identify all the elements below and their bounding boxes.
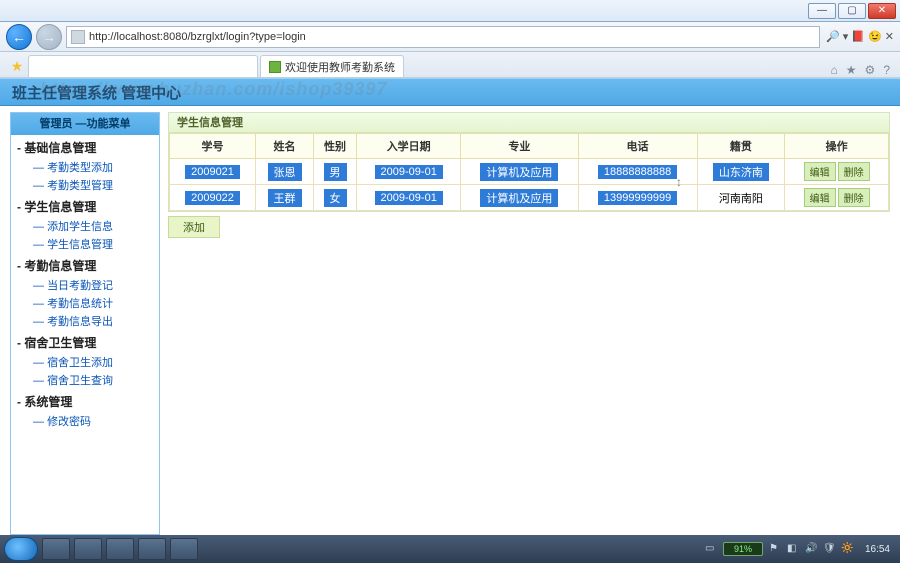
sidebar-link[interactable]: 宿舍卫生添加 — [11, 353, 159, 371]
delete-button[interactable]: 删除 — [838, 162, 870, 181]
main-area: 学生信息管理 学号姓名性别入学日期专业电话籍贯操作 2009021张恩男2009… — [164, 106, 900, 535]
column-header: 性别 — [313, 134, 356, 159]
battery-indicator[interactable]: 91% — [723, 542, 763, 556]
clock[interactable]: 16:54 — [865, 544, 890, 555]
table-row: 2009021张恩男2009-09-01计算机及应用18888888888山东济… — [170, 159, 889, 185]
table-cell: 2009-09-01 — [357, 159, 461, 185]
tab-strip: ★ 欢迎使用教师考勤系统 ⌂ ★ ⚙ ? — [0, 52, 900, 78]
panel-title: 学生信息管理 — [169, 113, 889, 133]
sidebar-category: 考勤信息管理 — [11, 253, 159, 276]
tab-favicon — [269, 61, 281, 73]
sidebar-link[interactable]: 修改密码 — [11, 412, 159, 430]
table-cell: 13999999999 — [578, 185, 697, 211]
sidebar-link[interactable]: 学生信息管理 — [11, 235, 159, 253]
sidebar-link[interactable]: 宿舍卫生查询 — [11, 371, 159, 389]
add-button[interactable]: 添加 — [168, 216, 220, 238]
start-button[interactable] — [4, 537, 38, 561]
window-maximize-button[interactable]: ▢ — [838, 3, 866, 19]
sidebar-link[interactable]: 当日考勤登记 — [11, 276, 159, 294]
sidebar-link[interactable]: 考勤信息导出 — [11, 312, 159, 330]
tray-net-icon[interactable]: ◧ — [787, 543, 799, 555]
system-tray: ▭ 91% ⚑ ◧ 🔊 🛡 🔆 16:54 — [705, 542, 896, 556]
sidebar-link[interactable]: 考勤类型添加 — [11, 158, 159, 176]
column-header: 专业 — [461, 134, 578, 159]
tray-vol-icon[interactable]: 🔊 — [805, 543, 817, 555]
table-cell: 山东济南 — [697, 159, 785, 185]
table-cell-actions: 编辑删除 — [785, 159, 889, 185]
forward-button[interactable]: → — [36, 24, 62, 50]
favorites-star-icon[interactable]: ★ — [846, 63, 857, 77]
home-icon[interactable]: ⌂ — [831, 63, 838, 77]
app-banner: 班主任管理系统 管理中心 https://www.huzhan.com/isho… — [0, 78, 900, 106]
table-cell: 张恩 — [256, 159, 314, 185]
taskbar: ▭ 91% ⚑ ◧ 🔊 🛡 🔆 16:54 — [0, 535, 900, 563]
edit-button[interactable]: 编辑 — [804, 162, 836, 181]
table-cell: 男 — [313, 159, 356, 185]
sidebar: 管理员 —功能菜单 基础信息管理考勤类型添加考勤类型管理学生信息管理添加学生信息… — [10, 112, 160, 535]
tray-flag-icon[interactable]: ⚑ — [769, 543, 781, 555]
back-button[interactable]: ← — [6, 24, 32, 50]
sidebar-header: 管理员 —功能菜单 — [11, 113, 159, 135]
table-cell: 计算机及应用 — [461, 185, 578, 211]
task-app2-icon[interactable] — [170, 538, 198, 560]
tray-misc-icon[interactable]: 🔆 — [841, 543, 853, 555]
search-icon[interactable]: 🔎 ▾ 📕 😉 ✕ — [826, 30, 894, 43]
task-app-icon[interactable] — [138, 538, 166, 560]
tray-shield-icon[interactable]: 🛡 — [823, 543, 835, 555]
favorites-icon[interactable]: ★ — [6, 55, 28, 77]
nav-right-tools: 🔎 ▾ 📕 😉 ✕ — [826, 30, 894, 43]
student-panel: 学生信息管理 学号姓名性别入学日期专业电话籍贯操作 2009021张恩男2009… — [168, 112, 890, 212]
sidebar-category: 系统管理 — [11, 389, 159, 412]
sidebar-category: 基础信息管理 — [11, 135, 159, 158]
sidebar-link[interactable]: 考勤类型管理 — [11, 176, 159, 194]
address-bar[interactable]: http://localhost:8080/bzrglxt/login?type… — [66, 26, 820, 48]
table-cell: 计算机及应用 — [461, 159, 578, 185]
task-ie-icon[interactable] — [106, 538, 134, 560]
blank-tab[interactable] — [28, 55, 258, 77]
table-cell: 2009-09-01 — [357, 185, 461, 211]
column-header: 电话 — [578, 134, 697, 159]
tools-gear-icon[interactable]: ⚙ — [865, 63, 876, 77]
table-cell: 河南南阳 — [697, 185, 785, 211]
sidebar-link[interactable]: 添加学生信息 — [11, 217, 159, 235]
delete-button[interactable]: 删除 — [838, 188, 870, 207]
browser-nav: ← → http://localhost:8080/bzrglxt/login?… — [0, 22, 900, 52]
window-titlebar: — ▢ ✕ — [0, 0, 900, 22]
column-header: 操作 — [785, 134, 889, 159]
table-cell: 女 — [313, 185, 356, 211]
site-icon — [71, 30, 85, 44]
sidebar-category: 学生信息管理 — [11, 194, 159, 217]
watermark: https://www.huzhan.com/ishop39397 — [40, 79, 387, 100]
table-cell: 2009021 — [170, 159, 256, 185]
window-close-button[interactable]: ✕ — [868, 3, 896, 19]
column-header: 入学日期 — [357, 134, 461, 159]
help-icon[interactable]: ? — [883, 63, 890, 77]
tray-up-icon[interactable]: ▭ — [705, 543, 717, 555]
browser-tools: ⌂ ★ ⚙ ? — [821, 63, 900, 77]
tab-title: 欢迎使用教师考勤系统 — [285, 59, 395, 75]
window-minimize-button[interactable]: — — [808, 3, 836, 19]
task-folder-icon[interactable] — [74, 538, 102, 560]
table-cell-actions: 编辑删除 — [785, 185, 889, 211]
column-header: 学号 — [170, 134, 256, 159]
url-text: http://localhost:8080/bzrglxt/login?type… — [89, 31, 306, 43]
column-header: 籍贯 — [697, 134, 785, 159]
edit-button[interactable]: 编辑 — [804, 188, 836, 207]
task-explorer-icon[interactable] — [42, 538, 70, 560]
workspace: 管理员 —功能菜单 基础信息管理考勤类型添加考勤类型管理学生信息管理添加学生信息… — [0, 106, 900, 535]
student-table: 学号姓名性别入学日期专业电话籍贯操作 2009021张恩男2009-09-01计… — [169, 133, 889, 211]
table-cell: 18888888888 — [578, 159, 697, 185]
column-header: 姓名 — [256, 134, 314, 159]
table-row: 2009022王群女2009-09-01计算机及应用13999999999河南南… — [170, 185, 889, 211]
sidebar-link[interactable]: 考勤信息统计 — [11, 294, 159, 312]
table-cell: 王群 — [256, 185, 314, 211]
sidebar-category: 宿舍卫生管理 — [11, 330, 159, 353]
table-cell: 2009022 — [170, 185, 256, 211]
tab-active[interactable]: 欢迎使用教师考勤系统 — [260, 55, 404, 77]
